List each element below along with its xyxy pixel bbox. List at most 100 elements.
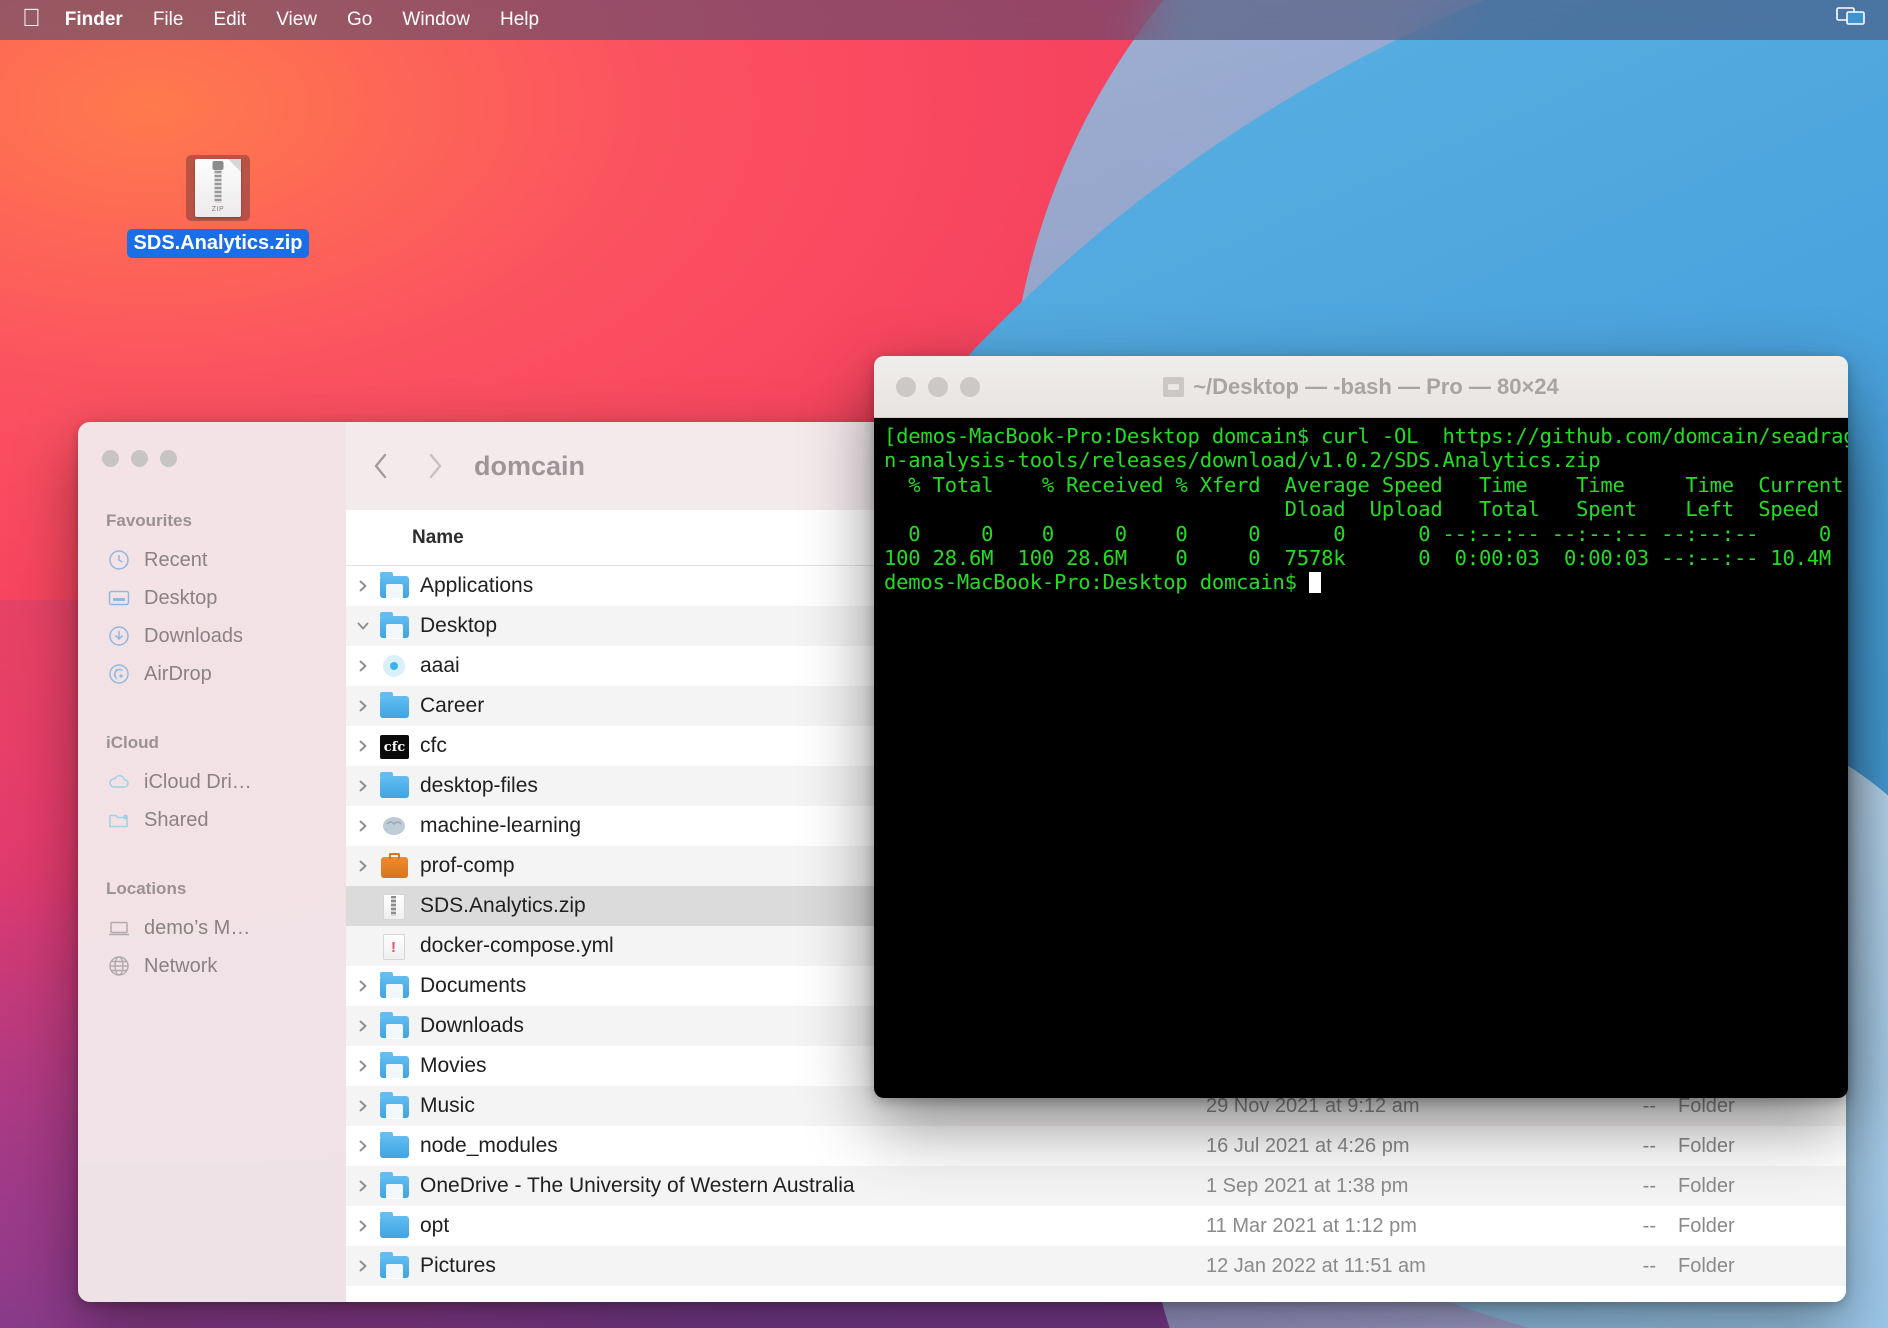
terminal-window[interactable]: ~/Desktop — -bash — Pro — 80×24 [demos-M… (874, 356, 1848, 1098)
zoom-button[interactable] (160, 450, 177, 467)
chevron-right-icon[interactable] (346, 1138, 380, 1154)
sidebar-item-demos-mac[interactable]: demo’s M… (78, 909, 346, 947)
table-row[interactable]: OneDrive - The University of Western Aus… (346, 1166, 1846, 1206)
sidebar-item-label: iCloud Dri… (144, 770, 252, 793)
sidebar-section-favourites: Favourites (106, 511, 192, 530)
forward-button[interactable] (408, 439, 462, 493)
sidebar-item-label: Desktop (144, 586, 218, 609)
file-size: -- (1642, 1174, 1656, 1197)
chevron-down-icon[interactable] (346, 618, 380, 634)
file-kind: Folder (1678, 1134, 1735, 1157)
menu-item-finder[interactable]: Finder (65, 9, 123, 31)
file-name: Documents (420, 974, 527, 997)
sidebar-item-airdrop[interactable]: AirDrop (78, 655, 346, 693)
downloads-folder-icon (380, 1012, 410, 1040)
airdrop-icon (106, 662, 131, 687)
shared-folder-icon (106, 808, 131, 833)
file-name: opt (420, 1214, 450, 1237)
download-icon (106, 624, 131, 649)
file-name: Career (420, 694, 485, 717)
menu-item-help[interactable]: Help (500, 9, 539, 31)
chevron-right-icon[interactable] (346, 1218, 380, 1234)
terminal-folder-icon (1163, 376, 1185, 397)
menu-item-file[interactable]: File (153, 9, 184, 31)
table-row[interactable]: Pictures 12 Jan 2022 at 11:51 am -- Folder (346, 1246, 1846, 1286)
sidebar-item-downloads[interactable]: Downloads (78, 617, 346, 655)
sidebar-item-recent[interactable]: Recent (78, 541, 346, 579)
sidebar-item-label: demo’s M… (144, 916, 251, 939)
chevron-right-icon[interactable] (346, 978, 380, 994)
chevron-right-icon[interactable] (346, 778, 380, 794)
terminal-output[interactable]: [demos-MacBook-Pro:Desktop domcain$ curl… (874, 418, 1848, 1098)
file-name: Movies (420, 1054, 487, 1077)
zoom-button[interactable] (960, 376, 980, 397)
globe-icon (106, 954, 131, 979)
back-button[interactable] (354, 439, 408, 493)
macos-desktop:  Finder File Edit View Go Window Help Z… (0, 0, 1888, 1328)
file-name: cfc (420, 734, 447, 757)
table-row[interactable]: node_modules 16 Jul 2021 at 4:26 pm -- Fold… (346, 1126, 1846, 1166)
file-name: prof-comp (420, 854, 515, 877)
menu-item-edit[interactable]: Edit (213, 9, 246, 31)
file-kind: Folder (1678, 1214, 1735, 1237)
file-date-modified: 16 Jul 2021 at 4:26 pm (1206, 1134, 1410, 1157)
finder-traffic-lights (78, 436, 346, 467)
sidebar-section-icloud: iCloud (106, 733, 159, 752)
chevron-right-icon[interactable] (346, 658, 380, 674)
terminal-title-bar[interactable]: ~/Desktop — -bash — Pro — 80×24 (874, 356, 1848, 418)
finder-sidebar: Favourites Recent Desktop Downloads AirD… (78, 422, 346, 1302)
chevron-right-icon[interactable] (346, 738, 380, 754)
sidebar-item-icloud-drive[interactable]: iCloud Dri… (78, 763, 346, 801)
file-size: -- (1642, 1134, 1656, 1157)
chevron-right-icon[interactable] (346, 1098, 380, 1114)
chevron-right-icon[interactable] (346, 818, 380, 834)
chevron-right-icon[interactable] (346, 1018, 380, 1034)
folder-icon (380, 692, 410, 720)
terminal-text: [demos-MacBook-Pro:Desktop domcain$ curl… (884, 424, 1848, 595)
sidebar-item-desktop[interactable]: Desktop (78, 579, 346, 617)
file-name: Pictures (420, 1254, 496, 1277)
file-size: -- (1642, 1214, 1656, 1237)
minimize-button[interactable] (131, 450, 148, 467)
file-name: Music (420, 1094, 475, 1117)
terminal-title-text: ~/Desktop — -bash — Pro — 80×24 (1193, 373, 1559, 399)
folder-icon (380, 772, 410, 800)
file-date-modified: 12 Jan 2022 at 11:51 am (1206, 1254, 1426, 1277)
file-name: aaai (420, 654, 460, 677)
applications-folder-icon (380, 572, 410, 600)
apple-logo-icon[interactable]:  (22, 6, 41, 31)
file-date-modified: 1 Sep 2021 at 1:38 pm (1206, 1174, 1409, 1197)
sidebar-item-label: Network (144, 954, 218, 977)
menu-item-window[interactable]: Window (402, 9, 470, 31)
clock-icon (106, 548, 131, 573)
menu-item-go[interactable]: Go (347, 9, 372, 31)
desktop-file-icon-sds-analytics-zip[interactable]: ZIP SDS.Analytics.zip (118, 155, 318, 258)
chevron-right-icon[interactable] (346, 698, 380, 714)
sidebar-item-shared[interactable]: Shared (78, 801, 346, 839)
menu-bar:  Finder File Edit View Go Window Help (0, 0, 1888, 40)
chevron-right-icon[interactable] (346, 858, 380, 874)
chevron-right-icon[interactable] (346, 1058, 380, 1074)
minimize-button[interactable] (928, 376, 948, 397)
chevron-right-icon[interactable] (346, 578, 380, 594)
file-name: SDS.Analytics.zip (420, 894, 586, 917)
screen-mirroring-icon[interactable] (1836, 5, 1866, 35)
menu-item-view[interactable]: View (276, 9, 317, 31)
chevron-right-icon[interactable] (346, 1178, 380, 1194)
briefcase-icon (380, 852, 410, 880)
terminal-traffic-lights (874, 376, 980, 397)
file-name: desktop-files (420, 774, 538, 797)
chevron-right-icon[interactable] (346, 1258, 380, 1274)
sidebar-item-label: Shared (144, 808, 209, 831)
file-kind: Folder (1678, 1174, 1735, 1197)
sidebar-item-label: Recent (144, 548, 208, 571)
close-button[interactable] (896, 376, 916, 397)
close-button[interactable] (102, 450, 119, 467)
sidebar-item-network[interactable]: Network (78, 947, 346, 985)
table-row[interactable]: opt 11 Mar 2021 at 1:12 pm -- Folder (346, 1206, 1846, 1246)
folder-icon (380, 1132, 410, 1160)
desktop-icon-label: SDS.Analytics.zip (126, 229, 310, 258)
file-name: OneDrive - The University of Western Aus… (420, 1174, 855, 1197)
file-name: docker-compose.yml (420, 934, 614, 957)
yml-file-icon: ! (380, 932, 410, 960)
